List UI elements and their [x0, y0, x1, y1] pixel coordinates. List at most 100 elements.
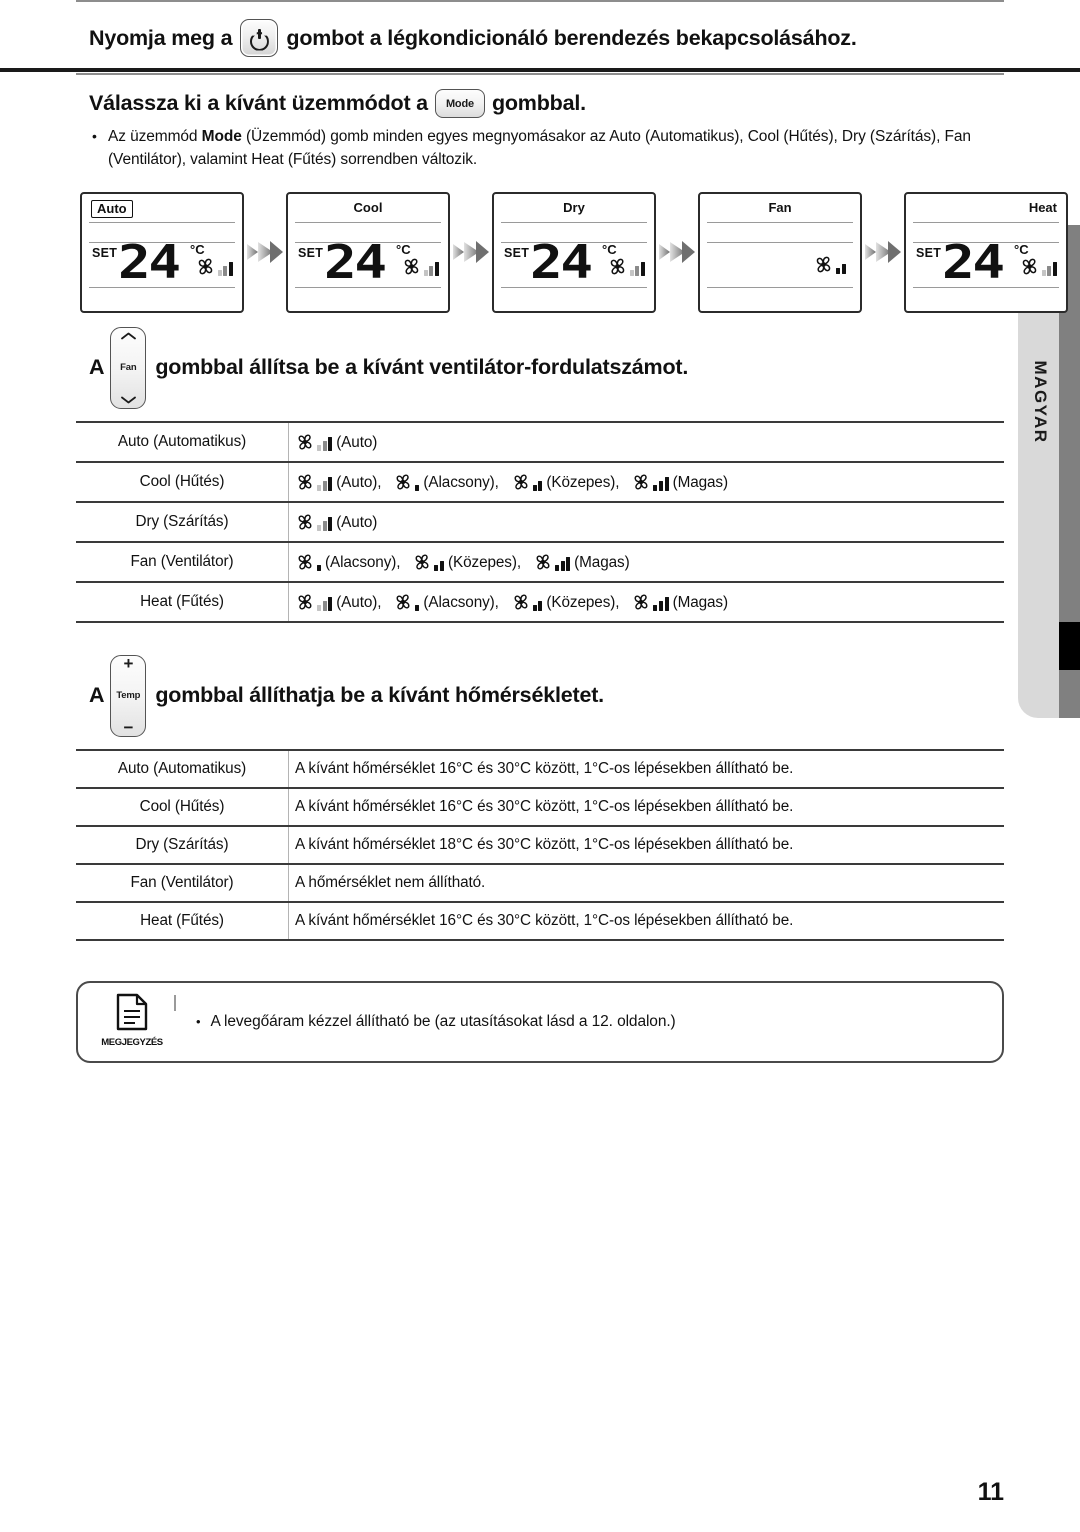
- fan-speed-option: (Magas): [631, 592, 728, 612]
- minus-icon: −: [123, 717, 134, 737]
- flow-arrow-icon: [658, 239, 696, 265]
- fan-speed-option: (Auto),: [295, 592, 382, 612]
- note-wrapper: MEGJEGYZÉS • A levegőáram kézzel állítha…: [76, 941, 1004, 1063]
- fan-speed-bars: [434, 560, 445, 571]
- fanspeed-text-before: A: [89, 355, 105, 379]
- fan-speed-options: (Auto), (Alacsony), (Közepes), (Magas): [295, 472, 998, 492]
- fan-bar-1: [532, 484, 537, 491]
- table-row: Cool (Hűtés) (Auto), (Alacsony), (Közepes),…: [76, 460, 1004, 503]
- fan-bar-2: [658, 600, 663, 611]
- fan-rocker-label: Fan: [120, 362, 137, 373]
- bullet-text: Az üzemmód Mode (Üzemmód) gomb minden eg…: [108, 125, 1004, 172]
- fan-speed-option: (Magas): [533, 552, 630, 572]
- fan-speed-name: (Közepes),: [546, 594, 620, 612]
- fan-bar-2: [429, 265, 434, 276]
- fan-speed-name: (Auto),: [336, 594, 382, 612]
- lcd-temperature: 24: [118, 234, 181, 289]
- fan-speed-option: (Alacsony),: [393, 592, 499, 612]
- fan-bar-1: [434, 564, 439, 571]
- fan-blade-icon: [631, 592, 651, 612]
- document-icon: [96, 993, 168, 1036]
- fan-speed-name: (Alacsony),: [423, 474, 499, 492]
- fan-speed-bars: [836, 263, 846, 274]
- mode-button[interactable]: Mode: [434, 89, 485, 118]
- fan-speed-options: (Auto), (Alacsony), (Közepes), (Magas): [295, 592, 998, 612]
- note-content: • A levegőáram kézzel állítható be (az u…: [196, 1013, 676, 1031]
- lcd-temperature: 24: [942, 234, 1005, 289]
- fan-bar-2: [560, 560, 565, 571]
- page-number: 11: [977, 1478, 1004, 1506]
- fan-bar-2: [322, 520, 327, 531]
- mode-sequence-diagram: Auto SET 24 °C Cool SET 24 °C Dry SET 24 °C Fan Heat S…: [76, 186, 1068, 323]
- mode-text-after: gombbal.: [491, 91, 586, 115]
- lcd-fan-indicator: [813, 254, 846, 275]
- lcd-mode-label: Auto: [91, 199, 133, 218]
- fan-bar-1: [554, 564, 559, 571]
- fan-bar-1: [317, 564, 321, 571]
- fan-table-speed-cell: (Auto): [288, 420, 1004, 463]
- power-button[interactable]: [240, 19, 279, 57]
- temp-text-before: A: [89, 683, 105, 707]
- fan-bar-2: [322, 600, 327, 611]
- fan-blade-icon: [412, 552, 432, 572]
- fan-bar-2: [1047, 265, 1052, 276]
- lcd-fan-indicator: [607, 256, 645, 277]
- fan-bar-1: [317, 524, 321, 531]
- lcd-unit-label: °C: [602, 241, 617, 257]
- fan-bar-2: [538, 600, 543, 611]
- fan-speed-name: (Alacsony),: [423, 594, 499, 612]
- temp-table-value-cell: A kívánt hőmérséklet 16°C és 30°C között…: [288, 748, 1004, 789]
- temp-table-value-cell: A kívánt hőmérséklet 16°C és 30°C között…: [288, 786, 1004, 827]
- fan-bar-1: [653, 484, 658, 491]
- table-row: Heat (Fűtés) A kívánt hőmérséklet 16°C és…: [76, 900, 1004, 941]
- lcd-fan-indicator: [1019, 256, 1057, 277]
- fan-bar-2: [322, 440, 327, 451]
- lcd-temperature: 24: [530, 234, 593, 289]
- temp-table-mode-cell: Fan (Ventilátor): [76, 862, 289, 903]
- note-divider: [174, 994, 176, 1011]
- fan-bar-3: [664, 476, 669, 491]
- fan-speed-bars: [317, 516, 333, 531]
- fan-speed-bars: [415, 484, 420, 491]
- table-row: Auto (Automatikus) (Auto): [76, 420, 1004, 463]
- fan-speed-bars: [217, 261, 233, 276]
- fan-speed-bars: [532, 600, 543, 611]
- fan-bar-3: [664, 596, 669, 611]
- temp-table-value-cell: A kívánt hőmérséklet 18°C és 30°C között…: [288, 824, 1004, 865]
- fan-bar-1: [217, 269, 222, 276]
- fan-bar-2: [635, 265, 640, 276]
- fan-bar-3: [328, 436, 333, 451]
- fan-blade-icon: [195, 256, 216, 277]
- power-instruction-heading: Nyomja meg a gombot a légkondicionáló be…: [76, 2, 1004, 73]
- fan-speed-table: Auto (Automatikus) (Auto) Cool (Hűtés) (Aut…: [76, 420, 1004, 623]
- fan-bar-3: [229, 261, 233, 276]
- lcd-mode-label: Cool: [353, 199, 383, 215]
- fan-speed-name: (Auto): [336, 514, 378, 532]
- fan-speed-name: (Magas): [672, 594, 729, 612]
- note-box: MEGJEGYZÉS • A levegőáram kézzel állítha…: [76, 980, 1004, 1063]
- fan-bar-1: [317, 484, 321, 491]
- fan-speed-option: (Alacsony),: [393, 472, 499, 492]
- lcd-unit-label: °C: [190, 241, 205, 257]
- lcd-set-label: SET: [504, 245, 530, 260]
- fan-speed-name: (Magas): [574, 554, 630, 572]
- fan-rocker-button[interactable]: Fan: [110, 326, 147, 409]
- table-row: Auto (Automatikus) A kívánt hőmérséklet 1…: [76, 748, 1004, 789]
- fan-speed-name: (Magas): [672, 474, 729, 492]
- lcd-fan-indicator: [401, 256, 439, 277]
- power-icon: [250, 28, 269, 48]
- temp-rocker-button[interactable]: + Temp −: [110, 654, 147, 737]
- fan-blade-icon: [607, 256, 628, 277]
- fan-bar-1: [423, 269, 428, 276]
- fan-table-speed-cell: (Auto): [288, 500, 1004, 543]
- lcd-panel: Auto SET 24 °C: [80, 191, 244, 313]
- fan-speed-option: (Közepes),: [412, 552, 521, 572]
- fan-table-speed-cell: (Auto), (Alacsony), (Közepes), (Magas): [288, 580, 1004, 623]
- lcd-unit-label: °C: [396, 241, 411, 257]
- fan-bar-1: [415, 604, 420, 611]
- temp-table-mode-cell: Heat (Fűtés): [76, 900, 289, 941]
- fan-table-mode-cell: Fan (Ventilátor): [76, 540, 289, 583]
- fan-speed-option: (Auto): [295, 432, 377, 452]
- fan-speed-bars: [653, 476, 669, 491]
- fan-speed-option: (Auto),: [295, 472, 382, 492]
